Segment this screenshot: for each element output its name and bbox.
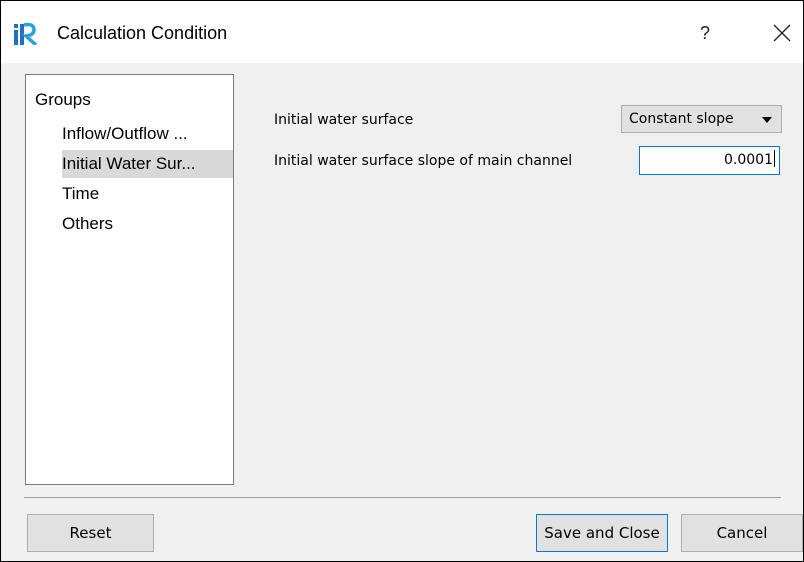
group-item-others[interactable]: Others xyxy=(62,210,233,238)
reset-button[interactable]: Reset xyxy=(27,514,154,552)
footer-divider xyxy=(24,497,781,498)
water-surface-slope-label: Initial water surface slope of main chan… xyxy=(274,153,573,169)
text-caret xyxy=(774,150,775,167)
close-icon[interactable] xyxy=(767,17,797,49)
groups-root[interactable]: Groups xyxy=(35,89,91,111)
iric-logo-icon xyxy=(14,22,38,45)
water-surface-slope-input[interactable]: 0.0001 xyxy=(639,146,780,175)
help-button[interactable]: ? xyxy=(685,17,725,49)
window-title: Calculation Condition xyxy=(57,23,228,43)
group-item-initial-water-surface[interactable]: Initial Water Sur... xyxy=(62,150,233,178)
chevron-down-icon xyxy=(762,117,772,123)
water-surface-slope-value: 0.0001 xyxy=(724,152,773,168)
cancel-button[interactable]: Cancel xyxy=(681,514,803,552)
initial-water-surface-label: Initial water surface xyxy=(274,112,414,128)
title-bar: Calculation Condition ? xyxy=(1,1,803,63)
initial-water-surface-select[interactable]: Constant slope xyxy=(621,105,782,133)
save-and-close-button[interactable]: Save and Close xyxy=(536,514,668,552)
group-item-time[interactable]: Time xyxy=(62,180,233,208)
calculation-condition-dialog: Calculation Condition ? Groups Inflow/Ou… xyxy=(0,0,804,562)
group-item-inflow-outflow[interactable]: Inflow/Outflow ... xyxy=(62,120,233,148)
initial-water-surface-value: Constant slope xyxy=(629,111,734,127)
groups-tree[interactable]: Groups Inflow/Outflow ... Initial Water … xyxy=(25,74,234,485)
